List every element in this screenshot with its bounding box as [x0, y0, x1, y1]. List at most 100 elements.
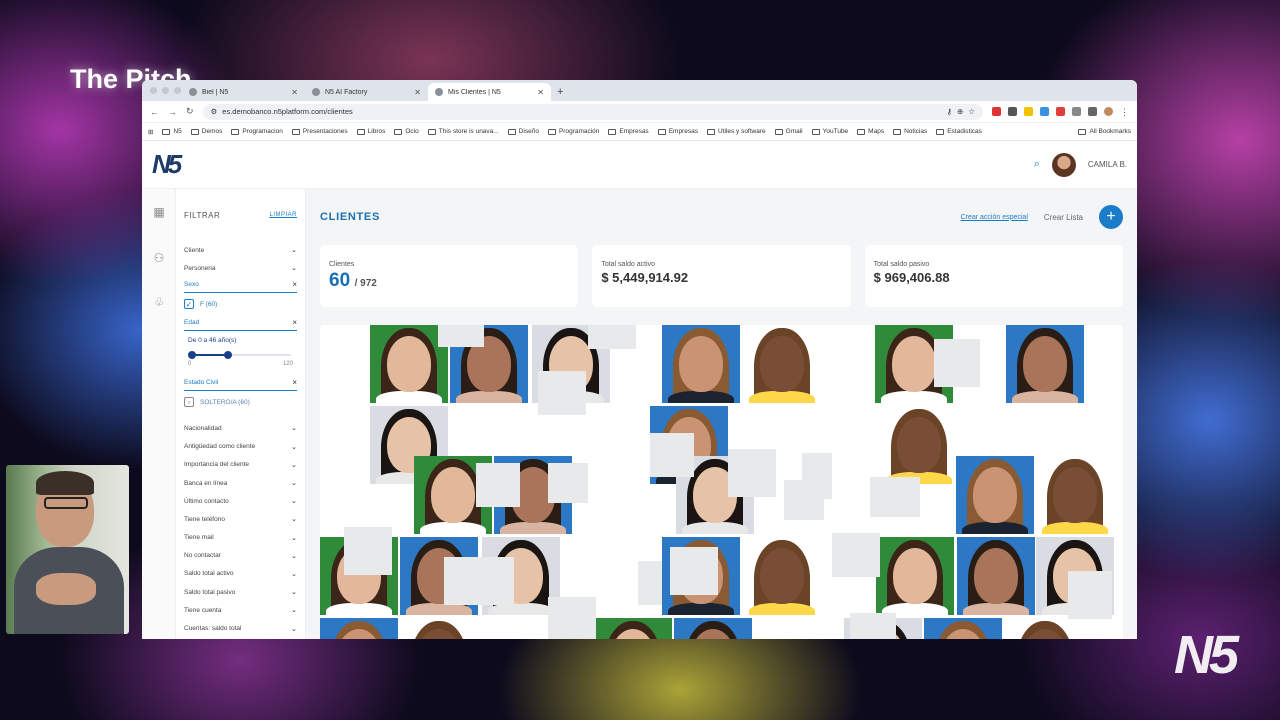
filter-row[interactable]: Cliente ⌄: [184, 241, 297, 259]
key-icon[interactable]: ⚷: [946, 107, 952, 116]
close-icon[interactable]: ✕: [414, 88, 421, 97]
tab-biel[interactable]: Biel | N5 ✕: [182, 83, 305, 101]
puzzle-icon[interactable]: [1072, 107, 1081, 116]
portrait-photo[interactable]: [876, 537, 954, 615]
option-f[interactable]: ✓ F (60): [184, 293, 297, 315]
filter-row[interactable]: Saldo total pasivo ⌄: [184, 583, 297, 601]
download-icon[interactable]: [1088, 107, 1097, 116]
bookmark-item[interactable]: N5: [162, 128, 182, 135]
back-icon[interactable]: ←: [150, 107, 159, 117]
chevron-down-icon[interactable]: ⌄: [291, 497, 297, 505]
portrait-photo[interactable]: [957, 537, 1035, 615]
chevron-down-icon[interactable]: ⌄: [291, 588, 297, 596]
tab-mis-clientes[interactable]: Mis Clientes | N5 ✕: [428, 83, 551, 101]
bookmark-item[interactable]: Programación: [547, 128, 599, 135]
filter-estado-civil[interactable]: Estado Civil ×: [184, 375, 297, 392]
filter-row[interactable]: Banca en línea ⌄: [184, 474, 297, 492]
reload-icon[interactable]: ↻: [186, 106, 194, 117]
lightbulb-icon[interactable]: ♧: [152, 295, 166, 309]
zoom-icon[interactable]: ⊕: [957, 107, 963, 116]
filter-row[interactable]: Tiene cuenta ⌄: [184, 601, 297, 619]
portrait-photo[interactable]: [400, 618, 478, 639]
portrait-photo[interactable]: [594, 618, 672, 639]
bookmark-item[interactable]: Maps: [857, 128, 884, 135]
chevron-down-icon[interactable]: ⌄: [291, 264, 297, 272]
portrait-photo[interactable]: [320, 618, 398, 639]
filter-row[interactable]: Último contacto ⌄: [184, 492, 297, 510]
chevron-down-icon[interactable]: ⌄: [291, 424, 297, 432]
calendar-icon[interactable]: ▦: [152, 205, 166, 219]
extension-icon[interactable]: [1040, 107, 1049, 116]
portrait-photo[interactable]: [370, 325, 448, 403]
option-soltero[interactable]: ▫ SOLTERO/A (60): [184, 391, 297, 413]
filter-row[interactable]: Tiene mail ⌄: [184, 529, 297, 547]
portrait-photo[interactable]: [1006, 618, 1084, 639]
bookmark-item[interactable]: Estadisticas: [936, 128, 982, 135]
filter-row[interactable]: Antigüedad como cliente ⌄: [184, 438, 297, 456]
maximize-dot[interactable]: [174, 87, 181, 94]
user-icon[interactable]: ⚇: [152, 251, 166, 265]
portrait-photo[interactable]: [743, 325, 821, 403]
portrait-photo[interactable]: [924, 618, 1002, 639]
user-name[interactable]: CAMILA B.: [1088, 160, 1127, 169]
filter-sexo[interactable]: Sexo ×: [184, 277, 297, 294]
chevron-down-icon[interactable]: ⌄: [291, 515, 297, 523]
bookmark-item[interactable]: Programacion: [231, 128, 283, 135]
chevron-down-icon[interactable]: ⌄: [291, 625, 297, 633]
menu-icon[interactable]: ⋮: [1120, 107, 1129, 117]
bookmark-item[interactable]: Ocio: [394, 128, 419, 135]
clear-filters-link[interactable]: LIMPIAR: [269, 212, 297, 218]
filter-row[interactable]: Personeria ⌄: [184, 259, 297, 277]
search-icon[interactable]: ⌕: [1034, 158, 1040, 171]
minimize-dot[interactable]: [162, 87, 169, 94]
chevron-down-icon[interactable]: ⌄: [291, 479, 297, 487]
tab-ai-factory[interactable]: N5 AI Factory ✕: [305, 83, 428, 101]
filter-row[interactable]: Tiene teléfono ⌄: [184, 510, 297, 528]
bookmark-item[interactable]: Diseño: [507, 128, 539, 135]
forward-icon[interactable]: →: [168, 107, 177, 117]
url-field[interactable]: ⚙ es.demobanco.n5platform.com/clientes ⚷…: [202, 103, 983, 120]
slider-max-handle[interactable]: [224, 351, 233, 360]
close-icon[interactable]: ×: [292, 280, 297, 289]
close-icon[interactable]: ✕: [537, 88, 544, 97]
portrait-photo[interactable]: [674, 618, 752, 639]
profile-icon[interactable]: [1104, 107, 1113, 116]
chevron-down-icon[interactable]: ⌄: [291, 552, 297, 560]
filter-row[interactable]: Importancia del cliente ⌄: [184, 456, 297, 474]
portrait-photo[interactable]: [956, 456, 1034, 534]
create-list-label[interactable]: Crear Lista: [1044, 213, 1083, 222]
portrait-photo[interactable]: [743, 537, 821, 615]
opera-icon[interactable]: [992, 107, 1001, 116]
close-icon[interactable]: ×: [292, 318, 297, 327]
bookmark-item[interactable]: This store is unava...: [427, 128, 499, 135]
bookmark-item[interactable]: Empresas: [657, 128, 698, 135]
special-action-link[interactable]: Crear acción especial: [961, 214, 1028, 221]
filter-row[interactable]: No contactar ⌄: [184, 547, 297, 565]
close-icon[interactable]: ×: [292, 378, 297, 387]
extension-icon[interactable]: [1008, 107, 1017, 116]
slider-min-handle[interactable]: [188, 351, 196, 360]
portrait-photo[interactable]: [1006, 325, 1084, 403]
age-slider[interactable]: [188, 349, 291, 361]
chevron-down-icon[interactable]: ⌄: [291, 246, 297, 254]
portrait-photo[interactable]: [1036, 456, 1114, 534]
checkbox-checked-icon[interactable]: ✓: [184, 299, 194, 310]
close-icon[interactable]: ✕: [291, 88, 298, 97]
bookmark-item[interactable]: Utiles y software: [706, 128, 766, 135]
chevron-down-icon[interactable]: ⌄: [291, 443, 297, 451]
new-tab-button[interactable]: +: [551, 86, 569, 101]
portrait-photo[interactable]: [662, 325, 740, 403]
close-dot[interactable]: [150, 87, 157, 94]
chevron-down-icon[interactable]: ⌄: [291, 606, 297, 614]
bookmark-item[interactable]: Empresas: [608, 128, 649, 135]
extension-icon[interactable]: [1056, 107, 1065, 116]
avatar[interactable]: [1051, 152, 1076, 177]
extension-icon[interactable]: [1024, 107, 1033, 116]
all-bookmarks[interactable]: All Bookmarks: [1078, 128, 1131, 135]
apps-icon[interactable]: ⊞: [148, 128, 153, 136]
portrait-photo[interactable]: [880, 406, 958, 484]
chevron-down-icon[interactable]: ⌄: [291, 461, 297, 469]
bookmark-item[interactable]: Demos: [190, 128, 222, 135]
filter-edad[interactable]: Edad ×: [184, 315, 297, 332]
chevron-down-icon[interactable]: ⌄: [291, 534, 297, 542]
